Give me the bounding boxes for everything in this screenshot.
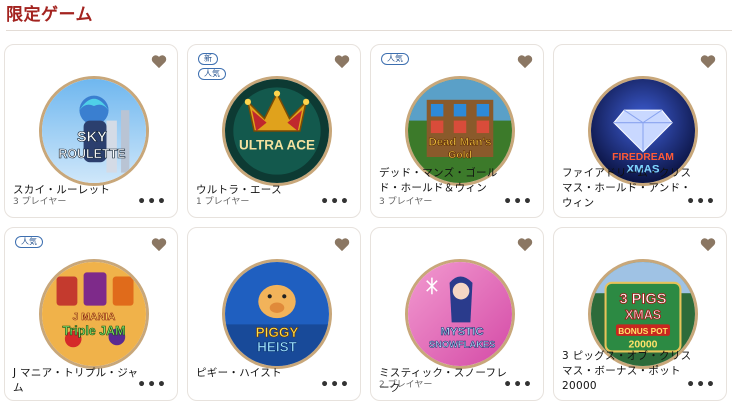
svg-text:J MANIA: J MANIA xyxy=(73,312,116,323)
game-name[interactable]: ファイアドリーム・クリスマス・ホールド・アンド・ウィン xyxy=(562,166,692,211)
more-options-icon[interactable]: ••• xyxy=(503,378,533,392)
favorite-heart-icon[interactable] xyxy=(700,54,716,69)
svg-text:XMAS: XMAS xyxy=(625,308,661,322)
more-options-icon[interactable]: ••• xyxy=(686,378,716,392)
piggy-heist-art: PIGGY HEIST xyxy=(225,262,329,366)
badge-group: 人気 xyxy=(15,236,43,248)
game-thumbnail[interactable]: MYSTIC SNOWFLAKES xyxy=(405,259,515,369)
game-card-dead-mans-gold[interactable]: 人気 Dead Man's Gold デッド・マンズ・ゴールド・ホールド＆ウィン… xyxy=(370,44,544,218)
more-options-icon[interactable]: ••• xyxy=(503,195,533,209)
svg-text:Triple JAM: Triple JAM xyxy=(62,324,125,338)
player-count: 2 プレイヤー xyxy=(379,380,433,390)
svg-text:HEIST: HEIST xyxy=(257,339,298,354)
svg-text:ROULETTE: ROULETTE xyxy=(58,147,125,161)
popular-badge: 人気 xyxy=(381,53,409,65)
svg-text:3 PIGS: 3 PIGS xyxy=(620,292,667,308)
game-card-mystic-snowflakes[interactable]: MYSTIC SNOWFLAKES ミスティック・スノーフレーク 2 プレイヤー… xyxy=(370,227,544,401)
svg-text:BONUS POT: BONUS POT xyxy=(618,326,667,336)
game-name[interactable]: 3 ピッグス・オブ・クリスマス・ボーナス・ポット 20000 xyxy=(562,349,692,394)
badge-group: 新 人気 xyxy=(198,53,226,80)
more-options-icon[interactable]: ••• xyxy=(137,378,167,392)
sky-roulette-art: SKY ROULETTE xyxy=(42,79,146,183)
game-thumbnail[interactable]: J MANIA Triple JAM xyxy=(39,259,149,369)
popular-badge: 人気 xyxy=(15,236,43,248)
svg-text:ULTRA ACE: ULTRA ACE xyxy=(239,138,315,153)
more-options-icon[interactable]: ••• xyxy=(320,378,350,392)
favorite-heart-icon[interactable] xyxy=(334,237,350,252)
game-card-piggy-heist[interactable]: PIGGY HEIST ピギー・ハイスト ••• xyxy=(187,227,361,401)
game-card-3-pigs-of-xmas[interactable]: 3 PIGS XMAS BONUS POT 20000 3 ピッグス・オブ・クリ… xyxy=(553,227,727,401)
game-name[interactable]: J マニア・トリプル・ジャム xyxy=(13,366,143,396)
svg-text:Gold: Gold xyxy=(448,150,472,161)
svg-text:MYSTIC: MYSTIC xyxy=(440,326,483,338)
favorite-heart-icon[interactable] xyxy=(151,237,167,252)
favorite-heart-icon[interactable] xyxy=(151,54,167,69)
favorite-heart-icon[interactable] xyxy=(517,237,533,252)
more-options-icon[interactable]: ••• xyxy=(686,195,716,209)
favorite-heart-icon[interactable] xyxy=(517,54,533,69)
svg-text:SNOWFLAKES: SNOWFLAKES xyxy=(429,339,495,349)
ultra-ace-art: ULTRA ACE xyxy=(225,79,329,183)
favorite-heart-icon[interactable] xyxy=(334,54,350,69)
game-card-sky-roulette[interactable]: SKY ROULETTE スカイ・ルーレット 3 プレイヤー ••• xyxy=(4,44,178,218)
svg-text:PIGGY: PIGGY xyxy=(256,325,299,340)
game-thumbnail[interactable]: ULTRA ACE xyxy=(222,76,332,186)
game-thumbnail[interactable]: PIGGY HEIST xyxy=(222,259,332,369)
section-title: 限定ゲーム xyxy=(6,5,93,25)
favorite-heart-icon[interactable] xyxy=(700,237,716,252)
game-card-ultra-ace[interactable]: 新 人気 ULTRA ACE ウルトラ・エース 1 プレイヤー ••• xyxy=(187,44,361,218)
game-card-j-mania-triple-jam[interactable]: 人気 J MANIA Triple JAM J マニア・トリプル・ジャム ••• xyxy=(4,227,178,401)
game-name[interactable]: デッド・マンズ・ゴールド・ホールド＆ウィン xyxy=(379,166,509,196)
title-divider xyxy=(6,30,732,31)
svg-text:FIREDREAM: FIREDREAM xyxy=(612,152,674,163)
player-count: 3 プレイヤー xyxy=(379,197,433,207)
player-count: 3 プレイヤー xyxy=(13,197,67,207)
game-card-firedream-xmas[interactable]: FIREDREAM XMAS ファイアドリーム・クリスマス・ホールド・アンド・ウ… xyxy=(553,44,727,218)
popular-badge: 人気 xyxy=(198,68,226,80)
svg-text:SKY: SKY xyxy=(77,129,107,145)
game-name[interactable]: ピギー・ハイスト xyxy=(196,366,326,381)
badge-group: 人気 xyxy=(381,53,409,65)
more-options-icon[interactable]: ••• xyxy=(137,195,167,209)
j-mania-art: J MANIA Triple JAM xyxy=(42,262,146,366)
svg-text:Dead Man's: Dead Man's xyxy=(428,137,491,149)
new-badge: 新 xyxy=(198,53,218,65)
game-thumbnail[interactable]: SKY ROULETTE xyxy=(39,76,149,186)
mystic-snowflakes-art: MYSTIC SNOWFLAKES xyxy=(408,262,512,366)
player-count: 1 プレイヤー xyxy=(196,197,250,207)
more-options-icon[interactable]: ••• xyxy=(320,195,350,209)
